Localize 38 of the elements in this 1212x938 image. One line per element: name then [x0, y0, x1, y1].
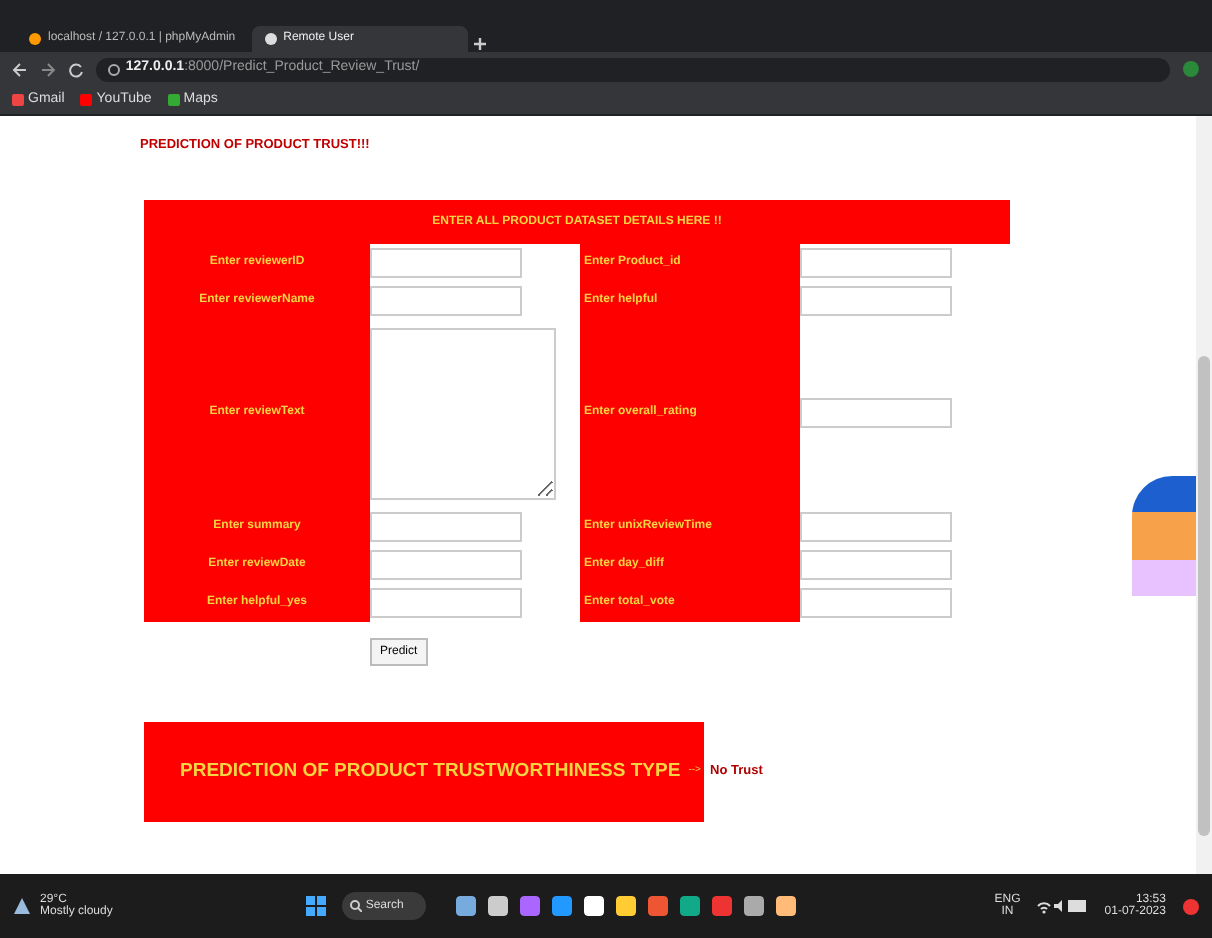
forward-icon[interactable]: [39, 61, 56, 77]
input-field[interactable]: [370, 247, 522, 278]
input-field[interactable]: [370, 549, 522, 580]
bookmark-icon: [80, 94, 93, 106]
input-field[interactable]: [800, 549, 952, 580]
notification-icon[interactable]: [1181, 897, 1200, 915]
page-icon: [28, 32, 42, 46]
page-icon: [263, 32, 278, 46]
wifi-icon: [1036, 898, 1053, 914]
input-field[interactable]: [800, 398, 952, 429]
app-icon[interactable]: [455, 896, 476, 916]
app-icon[interactable]: [583, 896, 604, 916]
app-icon[interactable]: [551, 896, 572, 916]
app-icon[interactable]: [487, 896, 508, 916]
input-field[interactable]: [800, 587, 952, 618]
input-field[interactable]: [800, 285, 952, 316]
new-tab-icon[interactable]: [471, 36, 488, 52]
app-icon[interactable]: [743, 896, 764, 916]
app-icon[interactable]: [679, 896, 700, 916]
input-field[interactable]: [370, 587, 522, 618]
back-icon[interactable]: [12, 61, 28, 77]
input-field[interactable]: [800, 511, 952, 542]
input-field[interactable]: [370, 285, 522, 316]
input-field[interactable]: [800, 247, 952, 278]
profile-icon[interactable]: [1182, 60, 1200, 78]
bookmark-icon: [167, 94, 180, 106]
search-icon: [349, 900, 362, 912]
app-icon[interactable]: [775, 896, 796, 916]
app-icon[interactable]: [615, 896, 636, 916]
start-icon[interactable]: [305, 896, 326, 916]
battery-icon: [1068, 898, 1089, 914]
weather-icon: [12, 896, 32, 916]
input-field[interactable]: [370, 511, 522, 542]
bookmark-icon: [12, 94, 24, 106]
reload-icon[interactable]: [67, 61, 84, 77]
result-label: PREDICTION OF PRODUCT TRUSTWORTHINESS TYPE: [180, 757, 681, 786]
info-icon: [107, 63, 120, 75]
scrollbar[interactable]: [1196, 116, 1212, 874]
